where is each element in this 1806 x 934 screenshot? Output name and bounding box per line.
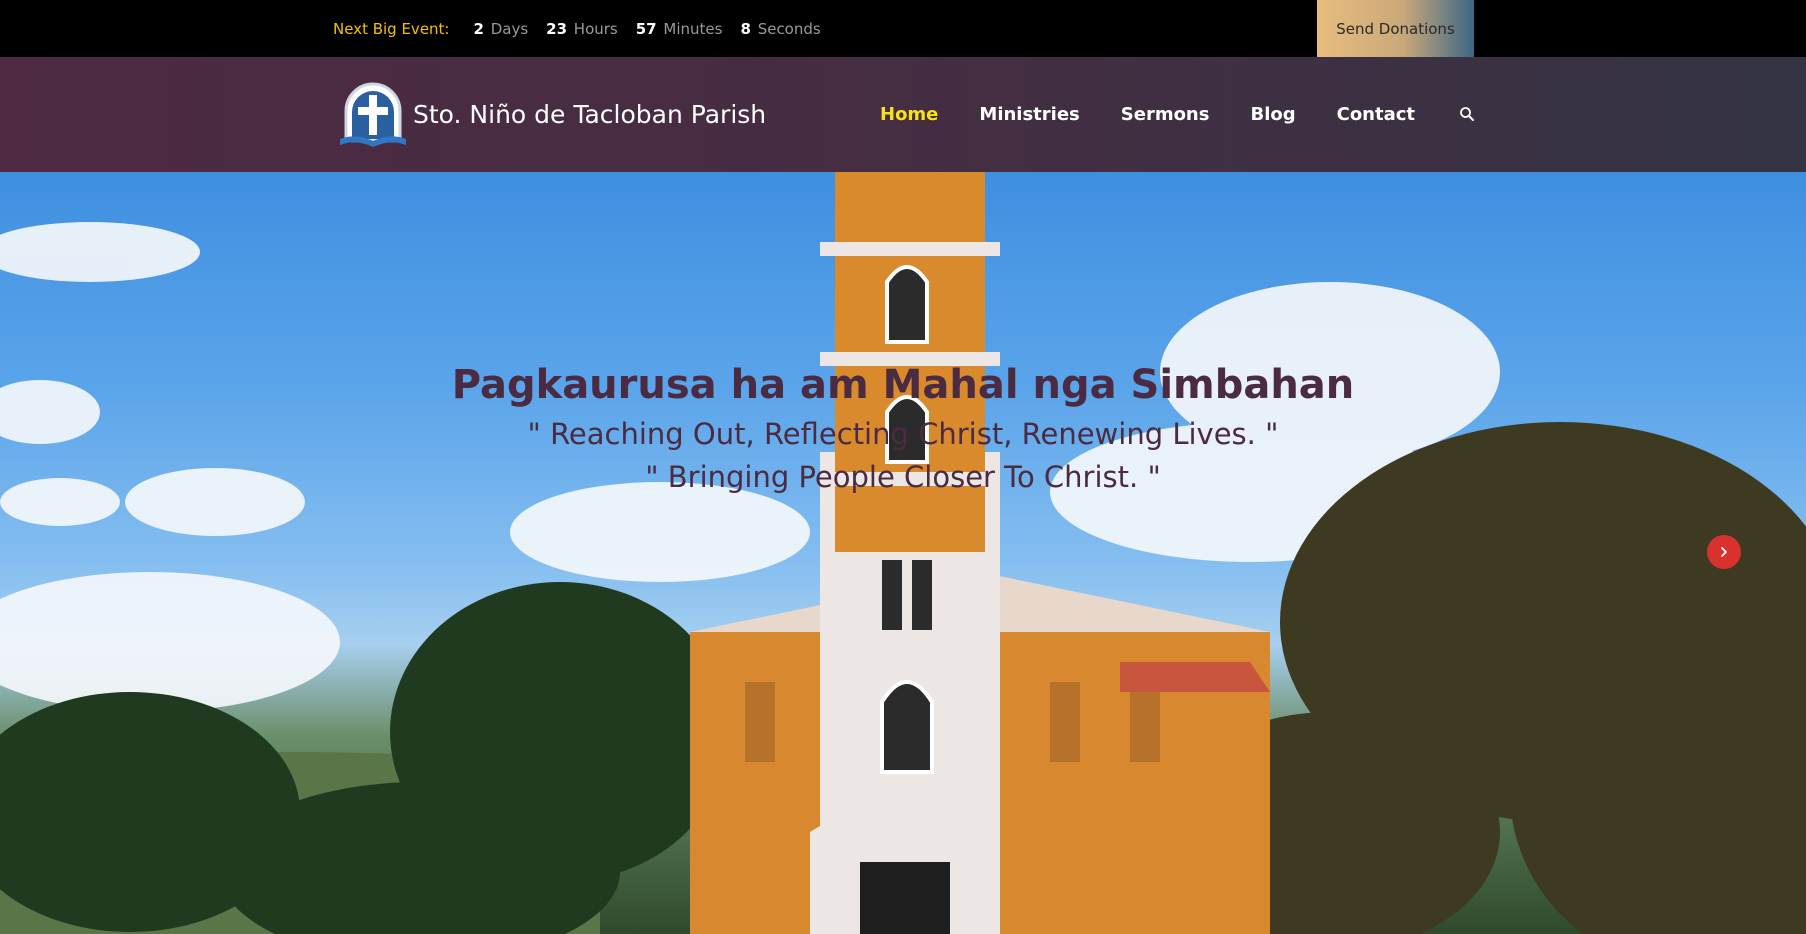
hero-subtitle-2: " Bringing People Closer To Christ. ": [645, 460, 1161, 494]
countdown-seconds: 8 Seconds: [740, 20, 820, 38]
parish-logo[interactable]: [336, 81, 410, 149]
church-photo: [0, 172, 1806, 934]
countdown-seconds-unit: Seconds: [757, 19, 821, 38]
chevron-right-icon: [1721, 547, 1727, 557]
countdown-minutes: 57 Minutes: [636, 20, 723, 38]
hero-slider: Pagkaurusa ha am Mahal nga Simbahan " Re…: [0, 172, 1806, 934]
site-title[interactable]: Sto. Niño de Tacloban Parish: [413, 57, 766, 172]
nav-contact[interactable]: Contact: [1337, 104, 1415, 125]
countdown-minutes-unit: Minutes: [663, 19, 723, 38]
countdown-days: 2 Days: [473, 20, 528, 38]
event-countdown: Next Big Event: 2 Days 23 Hours 57 Minut…: [333, 0, 839, 57]
countdown-hours: 23 Hours: [546, 20, 618, 38]
search-icon[interactable]: [1459, 106, 1475, 122]
countdown-minutes-value: 57: [635, 19, 657, 38]
countdown-days-unit: Days: [490, 19, 529, 38]
top-bar: Next Big Event: 2 Days 23 Hours 57 Minut…: [0, 0, 1806, 57]
event-label: Next Big Event:: [333, 19, 450, 38]
main-nav: Home Ministries Sermons Blog Contact: [880, 57, 1456, 172]
hero-subtitle-1: " Reaching Out, Reflecting Christ, Renew…: [527, 417, 1279, 451]
site-header: Sto. Niño de Tacloban Parish Home Minist…: [0, 57, 1806, 172]
countdown-hours-unit: Hours: [573, 19, 618, 38]
hero-title: Pagkaurusa ha am Mahal nga Simbahan: [451, 362, 1355, 408]
nav-blog[interactable]: Blog: [1250, 104, 1295, 125]
countdown-seconds-value: 8: [740, 19, 751, 38]
nav-ministries[interactable]: Ministries: [979, 104, 1079, 125]
send-donations-button[interactable]: Send Donations: [1317, 0, 1474, 57]
nav-home[interactable]: Home: [880, 104, 938, 125]
countdown-days-value: 2: [473, 19, 484, 38]
slider-next-button[interactable]: [1707, 535, 1741, 569]
countdown-hours-value: 23: [546, 19, 568, 38]
nav-sermons[interactable]: Sermons: [1121, 104, 1210, 125]
